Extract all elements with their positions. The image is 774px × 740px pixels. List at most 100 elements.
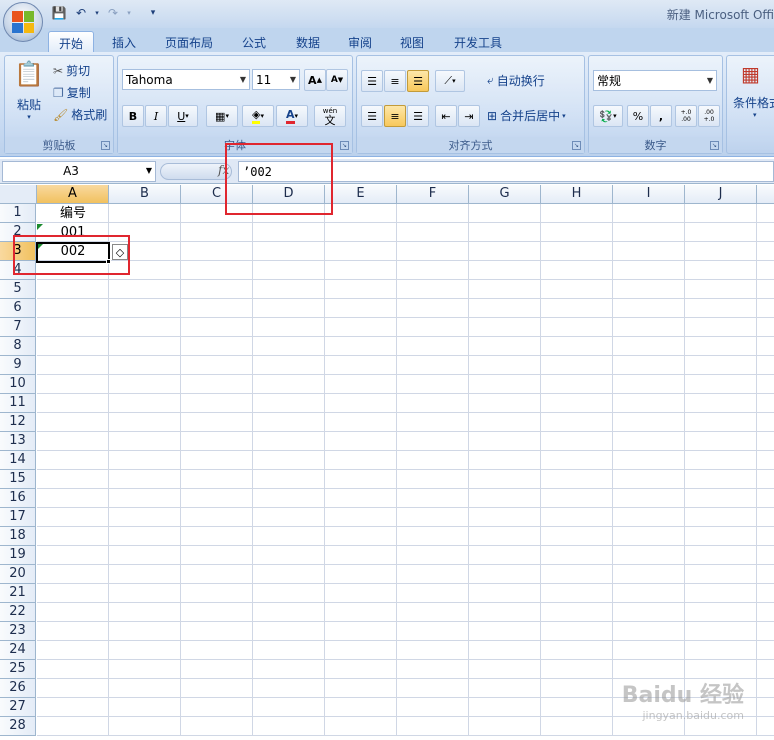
watermark: Baidu 经验 jingyan.baidu.com	[621, 683, 744, 722]
row-header-15[interactable]: 15	[0, 470, 36, 489]
redo-dropdown-icon[interactable]: ▾	[120, 5, 138, 21]
tab-developer[interactable]: 开发工具	[446, 31, 510, 52]
save-icon[interactable]: 💾	[50, 5, 68, 21]
column-header-e[interactable]: E	[325, 185, 397, 204]
clipboard-launcher-icon[interactable]: ↘	[101, 141, 110, 150]
gridline-row	[37, 507, 774, 508]
row-header-17[interactable]: 17	[0, 508, 36, 527]
percent-button[interactable]: %	[627, 105, 649, 127]
chevron-down-icon: ▾	[27, 113, 31, 121]
format-painter-button[interactable]: 🖌 格式刷	[53, 106, 107, 123]
font-color-button[interactable]: A ▾	[276, 105, 308, 127]
tab-data[interactable]: 数据	[286, 31, 330, 52]
row-header-25[interactable]: 25	[0, 660, 36, 679]
column-header-b[interactable]: B	[109, 185, 181, 204]
gridline-row	[37, 602, 774, 603]
cell-a1[interactable]: 编号	[37, 205, 109, 223]
tab-home[interactable]: 开始	[48, 31, 94, 52]
comma-button[interactable]: ,	[650, 105, 672, 127]
align-bottom-button[interactable]: ☰	[407, 70, 429, 92]
gridline-column	[396, 204, 397, 736]
row-header-12[interactable]: 12	[0, 413, 36, 432]
row-header-13[interactable]: 13	[0, 432, 36, 451]
column-header-k[interactable]	[757, 185, 774, 204]
select-all-corner[interactable]	[0, 185, 37, 204]
number-launcher-icon[interactable]: ↘	[710, 141, 719, 150]
align-middle-icon: ≡	[390, 74, 400, 88]
align-center-button[interactable]: ≡	[384, 105, 406, 127]
row-header-18[interactable]: 18	[0, 527, 36, 546]
office-button[interactable]	[3, 2, 43, 42]
row-header-14[interactable]: 14	[0, 451, 36, 470]
column-header-f[interactable]: F	[397, 185, 469, 204]
name-box[interactable]: A3 ▼	[2, 161, 156, 182]
copy-button[interactable]: ❐ 复制	[53, 84, 91, 101]
row-header-11[interactable]: 11	[0, 394, 36, 413]
increase-indent-button[interactable]: ⇥	[458, 105, 480, 127]
tab-view[interactable]: 视图	[390, 31, 434, 52]
tab-formulas[interactable]: 公式	[232, 31, 276, 52]
paste-button[interactable]: 📋 粘贴 ▾	[11, 60, 47, 121]
borders-button[interactable]: ▦ ▾	[206, 105, 238, 127]
column-header-a[interactable]: A	[37, 185, 109, 204]
increase-decimal-button[interactable]: +.0 .00	[675, 105, 697, 127]
tab-review[interactable]: 审阅	[338, 31, 382, 52]
column-header-g[interactable]: G	[469, 185, 541, 204]
bold-button[interactable]: B	[122, 105, 144, 127]
customize-qat-icon[interactable]: ▾	[144, 5, 162, 21]
cut-button[interactable]: ✂ 剪切	[53, 62, 90, 79]
chevron-down-icon: ▼	[706, 76, 713, 85]
row-header-9[interactable]: 9	[0, 356, 36, 375]
wrap-text-button[interactable]: ⤶ 自动换行	[487, 72, 545, 89]
gridline-row	[37, 431, 774, 432]
row-header-16[interactable]: 16	[0, 489, 36, 508]
align-left-button[interactable]: ☰	[361, 105, 383, 127]
row-header-23[interactable]: 23	[0, 622, 36, 641]
align-right-button[interactable]: ☰	[407, 105, 429, 127]
decrease-indent-button[interactable]: ⇤	[435, 105, 457, 127]
row-header-28[interactable]: 28	[0, 717, 36, 736]
row-header-6[interactable]: 6	[0, 299, 36, 318]
orientation-button[interactable]: ⟋ ▾	[435, 70, 465, 92]
accounting-format-button[interactable]: 💱 ▾	[593, 105, 623, 127]
number-format-select[interactable]: 常规 ▼	[593, 70, 717, 91]
font-size-select[interactable]: 11 ▼	[252, 69, 300, 90]
row-header-8[interactable]: 8	[0, 337, 36, 356]
tab-insert[interactable]: 插入	[102, 31, 146, 52]
conditional-format-button[interactable]: ▦ 条件格式 ▾	[733, 60, 774, 119]
column-header-j[interactable]: J	[685, 185, 757, 204]
tab-page-layout[interactable]: 页面布局	[158, 31, 220, 52]
gridline-column	[612, 204, 613, 736]
alignment-group-label: 对齐方式	[357, 137, 584, 153]
fill-color-button[interactable]: ◈ ▾	[242, 105, 274, 127]
phonetic-button[interactable]: wén 文	[314, 105, 346, 127]
row-header-22[interactable]: 22	[0, 603, 36, 622]
row-header-10[interactable]: 10	[0, 375, 36, 394]
alignment-launcher-icon[interactable]: ↘	[572, 141, 581, 150]
row-header-27[interactable]: 27	[0, 698, 36, 717]
font-name-select[interactable]: Tahoma ▼	[122, 69, 250, 90]
grow-font-button[interactable]: A ▲	[304, 69, 326, 91]
decrease-decimal-button[interactable]: .00 +.0	[698, 105, 720, 127]
font-launcher-icon[interactable]: ↘	[340, 141, 349, 150]
gridline-row	[37, 355, 774, 356]
chevron-down-icon[interactable]: ▼	[146, 166, 152, 175]
row-header-21[interactable]: 21	[0, 584, 36, 603]
row-header-24[interactable]: 24	[0, 641, 36, 660]
gridline-row	[37, 488, 774, 489]
shrink-font-button[interactable]: A ▼	[326, 69, 348, 91]
row-header-7[interactable]: 7	[0, 318, 36, 337]
italic-button[interactable]: I	[145, 105, 167, 127]
row-header-20[interactable]: 20	[0, 565, 36, 584]
row-header-26[interactable]: 26	[0, 679, 36, 698]
column-header-i[interactable]: I	[613, 185, 685, 204]
row-header-1[interactable]: 1	[0, 204, 36, 223]
column-header-h[interactable]: H	[541, 185, 613, 204]
align-middle-button[interactable]: ≡	[384, 70, 406, 92]
align-top-button[interactable]: ☰	[361, 70, 383, 92]
align-center-icon: ≡	[390, 109, 400, 123]
underline-button[interactable]: U ▾	[168, 105, 198, 127]
row-header-5[interactable]: 5	[0, 280, 36, 299]
merge-center-button[interactable]: ⊞ 合并后居中 ▾	[487, 107, 566, 124]
row-header-19[interactable]: 19	[0, 546, 36, 565]
